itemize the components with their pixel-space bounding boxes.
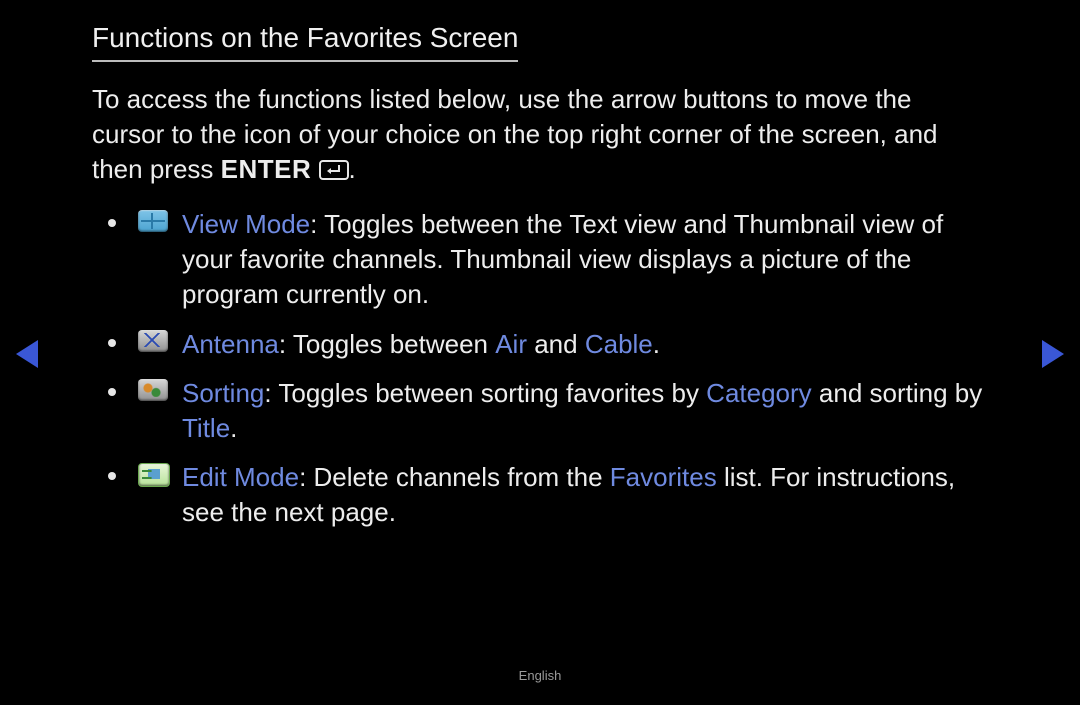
intro-paragraph: To access the functions listed below, us…: [92, 82, 988, 189]
footer-language: English: [0, 668, 1080, 683]
list-item-view-mode: View Mode: Toggles between the Text view…: [132, 207, 988, 312]
page-title: Functions on the Favorites Screen: [92, 22, 518, 62]
view-mode-label: View Mode: [182, 209, 310, 239]
antenna-label: Antenna: [182, 329, 279, 359]
antenna-icon: [138, 330, 168, 352]
functions-list: View Mode: Toggles between the Text view…: [92, 207, 988, 530]
intro-text: To access the functions listed below, us…: [92, 84, 937, 184]
antenna-desc: : Toggles between Air and Cable.: [279, 329, 660, 359]
list-item-antenna: Antenna: Toggles between Air and Cable.: [132, 327, 988, 362]
edit-mode-label: Edit Mode: [182, 462, 299, 492]
list-item-sorting: Sorting: Toggles between sorting favorit…: [132, 376, 988, 446]
sorting-desc: : Toggles between sorting favorites by C…: [182, 378, 982, 443]
enter-icon: [319, 154, 349, 189]
sorting-label: Sorting: [182, 378, 264, 408]
edit-mode-icon: [138, 463, 170, 487]
enter-keyword: ENTER: [221, 154, 312, 184]
sorting-icon: [138, 379, 168, 401]
nav-prev-arrow[interactable]: [16, 340, 38, 368]
list-item-edit-mode: Edit Mode: Delete channels from the Favo…: [132, 460, 988, 530]
nav-next-arrow[interactable]: [1042, 340, 1064, 368]
view-mode-icon: [138, 210, 168, 232]
page-content: Functions on the Favorites Screen To acc…: [92, 22, 988, 544]
intro-period: .: [349, 154, 356, 184]
